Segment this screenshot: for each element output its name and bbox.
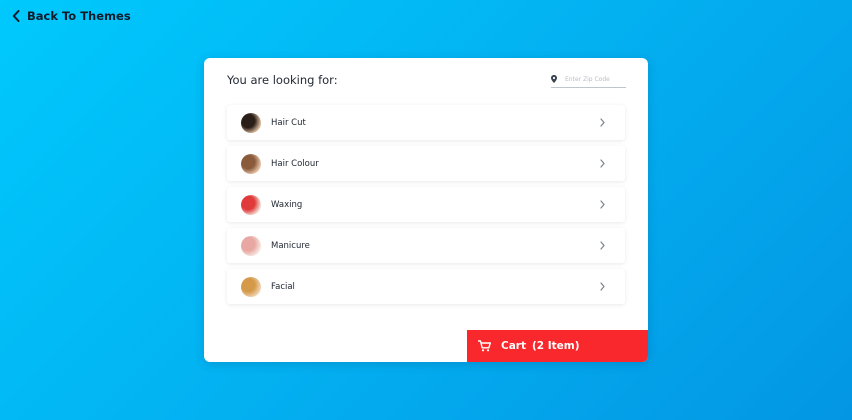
service-item-label: Manicure xyxy=(271,240,310,251)
service-item-manicure[interactable]: Manicure xyxy=(227,228,625,263)
cart-label: Cart xyxy=(501,340,526,352)
waxing-thumbnail xyxy=(241,194,261,215)
service-item-label: Facial xyxy=(271,281,295,292)
service-item-hair-colour[interactable]: Hair Colour xyxy=(227,146,625,181)
hair-cut-thumbnail xyxy=(241,112,261,133)
zip-code-input[interactable] xyxy=(565,75,623,83)
cart-button[interactable]: Cart (2 Item) xyxy=(467,330,648,362)
cart-item-count: (2 Item) xyxy=(532,340,580,352)
service-item-hair-cut[interactable]: Hair Cut xyxy=(227,105,625,140)
chevron-left-icon xyxy=(12,10,20,22)
back-link-label: Back To Themes xyxy=(27,9,131,23)
chevron-right-icon xyxy=(600,282,605,291)
back-to-themes-link[interactable]: Back To Themes xyxy=(12,9,131,23)
card-header: You are looking for: xyxy=(227,73,626,93)
service-item-label: Hair Cut xyxy=(271,117,306,128)
service-item-label: Waxing xyxy=(271,199,303,210)
card-title: You are looking for: xyxy=(227,73,338,87)
chevron-right-icon xyxy=(600,118,605,127)
service-selection-card: You are looking for: Hair Cut Hair Colou… xyxy=(204,58,648,362)
zip-code-field[interactable] xyxy=(551,71,626,88)
service-item-label: Hair Colour xyxy=(271,158,319,169)
manicure-thumbnail xyxy=(241,235,261,256)
service-item-facial[interactable]: Facial xyxy=(227,269,625,304)
map-pin-icon xyxy=(551,75,557,83)
service-item-waxing[interactable]: Waxing xyxy=(227,187,625,222)
service-list: Hair Cut Hair Colour Waxing Manicure Fac… xyxy=(227,105,625,304)
shopping-cart-icon xyxy=(477,337,491,356)
chevron-right-icon xyxy=(600,200,605,209)
chevron-right-icon xyxy=(600,241,605,250)
hair-colour-thumbnail xyxy=(241,153,261,174)
facial-thumbnail xyxy=(241,276,261,297)
chevron-right-icon xyxy=(600,159,605,168)
